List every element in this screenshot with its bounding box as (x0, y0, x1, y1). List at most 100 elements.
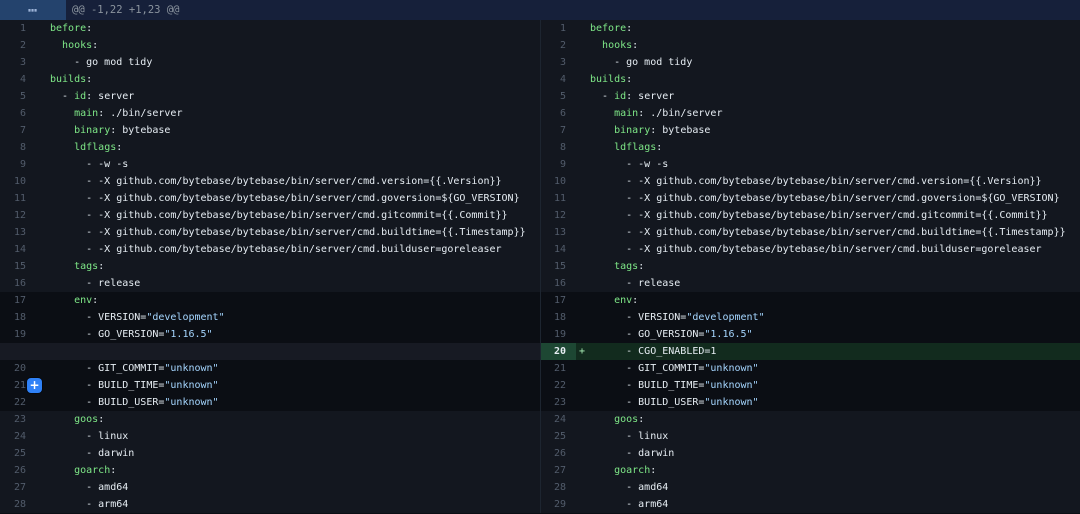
right-line-number[interactable]: 8 (540, 139, 576, 156)
left-code-line: - arm64 (36, 496, 540, 513)
yaml-text: - -X github.com/bytebase/bytebase/bin/se… (50, 176, 502, 187)
right-line-number[interactable]: 12 (540, 207, 576, 224)
yaml-text (50, 261, 74, 272)
right-line-number[interactable]: 11 (540, 190, 576, 207)
left-line-number[interactable]: 15 (0, 258, 36, 275)
expand-hunk-button[interactable]: ⋯ (0, 0, 66, 20)
left-code-line: goos: (36, 411, 540, 428)
right-line-number[interactable]: 24 (540, 411, 576, 428)
right-line-number[interactable]: 10 (540, 173, 576, 190)
left-line-number[interactable]: 28 (0, 496, 36, 513)
left-line-number[interactable]: 23 (0, 411, 36, 428)
yaml-text: - -X github.com/bytebase/bytebase/bin/se… (590, 193, 1060, 204)
right-line-number[interactable]: 28 (540, 479, 576, 496)
right-line-number[interactable]: 21 (540, 360, 576, 377)
left-code-line: - go mod tidy (36, 54, 540, 71)
right-line-number[interactable]: 16 (540, 275, 576, 292)
right-line-number[interactable]: 25 (540, 428, 576, 445)
left-line-number[interactable]: 7 (0, 122, 36, 139)
left-line-number[interactable]: 10 (0, 173, 36, 190)
yaml-text: - amd64 (590, 482, 668, 493)
left-line-number[interactable]: 22 (0, 394, 36, 411)
diff-row: 12 - -X github.com/bytebase/bytebase/bin… (0, 207, 1080, 224)
left-line-number[interactable]: 6 (0, 105, 36, 122)
diff-row: 11 - -X github.com/bytebase/bytebase/bin… (0, 190, 1080, 207)
left-line-number[interactable]: 16 (0, 275, 36, 292)
add-comment-button[interactable]: + (27, 378, 42, 393)
right-code-line: - -X github.com/bytebase/bytebase/bin/se… (576, 241, 1080, 258)
yaml-text: - -X github.com/bytebase/bytebase/bin/se… (50, 244, 502, 255)
left-line-number[interactable]: 20 (0, 360, 36, 377)
yaml-text: : server (626, 91, 674, 102)
left-line-number[interactable]: 17 (0, 292, 36, 309)
left-code-line: - amd64 (36, 479, 540, 496)
right-line-number[interactable]: 26 (540, 445, 576, 462)
right-line-number[interactable]: 6 (540, 105, 576, 122)
left-line-number[interactable]: 27 (0, 479, 36, 496)
left-code-line: - -X github.com/bytebase/bytebase/bin/se… (36, 224, 540, 241)
left-line-number[interactable]: 4 (0, 71, 36, 88)
left-line-number[interactable]: 19 (0, 326, 36, 343)
yaml-key: hooks (62, 40, 92, 51)
yaml-text: - GO_VERSION= (50, 329, 164, 340)
yaml-text (50, 125, 74, 136)
left-line-number[interactable]: 14 (0, 241, 36, 258)
yaml-text: - (590, 91, 614, 102)
yaml-text: - GO_VERSION= (590, 329, 704, 340)
right-line-number[interactable]: 17 (540, 292, 576, 309)
yaml-text: - -w -s (50, 159, 128, 170)
right-line-number[interactable]: 5 (540, 88, 576, 105)
right-line-number[interactable]: 4 (540, 71, 576, 88)
right-line-number[interactable]: 20 (540, 343, 576, 360)
right-line-number[interactable]: 19 (540, 326, 576, 343)
yaml-text: - darwin (50, 448, 134, 459)
right-line-number[interactable]: 7 (540, 122, 576, 139)
right-line-number[interactable]: 29 (540, 496, 576, 513)
yaml-text: - go mod tidy (50, 57, 152, 68)
left-line-number[interactable]: 5 (0, 88, 36, 105)
right-line-number[interactable]: 9 (540, 156, 576, 173)
left-line-number[interactable]: 13 (0, 224, 36, 241)
left-line-number[interactable]: 12 (0, 207, 36, 224)
right-line-number[interactable]: 23 (540, 394, 576, 411)
right-line-number[interactable]: 13 (540, 224, 576, 241)
left-line-number[interactable]: 2 (0, 37, 36, 54)
yaml-text: : (110, 465, 116, 476)
diff-row: 28 - arm6429 - arm64 (0, 496, 1080, 513)
yaml-text (590, 40, 602, 51)
left-line-number[interactable]: 18 (0, 309, 36, 326)
yaml-text: - VERSION= (50, 312, 146, 323)
right-line-number[interactable]: 15 (540, 258, 576, 275)
diff-row: 20 - GIT_COMMIT="unknown"21 - GIT_COMMIT… (0, 360, 1080, 377)
yaml-text: : (116, 142, 122, 153)
left-line-number[interactable]: 11 (0, 190, 36, 207)
yaml-key: goarch (614, 465, 650, 476)
left-line-number[interactable]: 25 (0, 445, 36, 462)
yaml-key: env (74, 295, 92, 306)
right-line-number[interactable]: 1 (540, 20, 576, 37)
right-code-line: - GIT_COMMIT="unknown" (576, 360, 1080, 377)
right-line-number[interactable]: 2 (540, 37, 576, 54)
right-line-number[interactable]: 27 (540, 462, 576, 479)
left-line-number[interactable]: 24 (0, 428, 36, 445)
yaml-text: : (626, 23, 632, 34)
yaml-text: - (50, 91, 74, 102)
left-line-number[interactable]: 3 (0, 54, 36, 71)
left-line-number[interactable]: 8 (0, 139, 36, 156)
right-code-line: goos: (576, 411, 1080, 428)
right-line-number[interactable]: 14 (540, 241, 576, 258)
yaml-string: "unknown" (164, 363, 218, 374)
yaml-text (50, 40, 62, 51)
left-line-number[interactable]: 9 (0, 156, 36, 173)
left-line-number[interactable]: 1 (0, 20, 36, 37)
yaml-key: goos (74, 414, 98, 425)
yaml-key: goarch (74, 465, 110, 476)
right-code-line: - -X github.com/bytebase/bytebase/bin/se… (576, 224, 1080, 241)
left-line-number[interactable]: 26 (0, 462, 36, 479)
left-code-line: - darwin (36, 445, 540, 462)
yaml-text: - -X github.com/bytebase/bytebase/bin/se… (590, 227, 1066, 238)
right-line-number[interactable]: 3 (540, 54, 576, 71)
right-line-number[interactable]: 18 (540, 309, 576, 326)
yaml-key: env (614, 295, 632, 306)
right-line-number[interactable]: 22 (540, 377, 576, 394)
